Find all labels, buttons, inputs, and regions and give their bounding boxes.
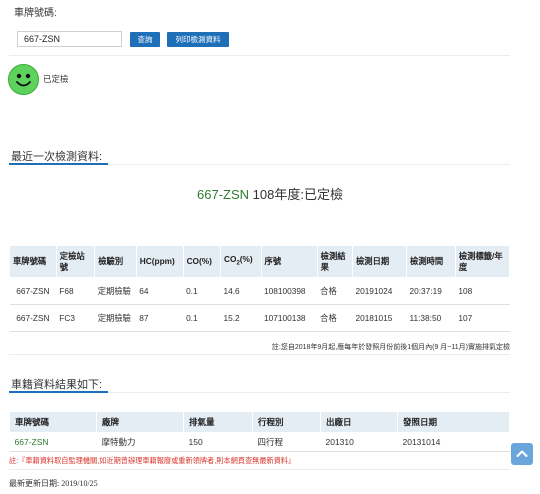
latest-section-title: 最近一次檢測資料: (11, 151, 103, 163)
chevron-up-icon (516, 450, 528, 457)
status-text: 已定檢 (43, 74, 69, 84)
table-row: 667-ZSN F68 定期檢驗 64 0.1 14.6 108100398 合… (9, 277, 510, 305)
col-header-plate: 車牌號碼 (9, 411, 97, 433)
plate-number-label: 車牌號碼: (14, 8, 57, 19)
table-row: 667-ZSN 摩特動力 150 四行程 201310 20131014 (9, 432, 510, 452)
col-header-plate: 車牌號碼 (9, 245, 57, 278)
cell-result: 合格 (317, 277, 353, 305)
registry-note: 註:『車籍資料取自監理機關,如近期曾辦理車籍報廢或重新領牌者,則本網頁查無最新資… (9, 456, 296, 465)
cell-time: 20:37:19 (406, 277, 456, 305)
divider (9, 469, 510, 470)
registry-section-title: 車籍資料結果如下: (11, 379, 103, 391)
cell-serial: 108100398 (261, 277, 318, 305)
cell-co2: 14.6 (220, 277, 262, 305)
cell-station: FC3 (56, 304, 95, 332)
col-header-manufacture-date: 出廠日 (320, 411, 398, 433)
last-updated: 最新更新日期: 2019/10/25 (9, 479, 98, 488)
cell-plate: 667-ZSN (9, 432, 97, 452)
cell-stroke: 四行程 (252, 432, 321, 452)
query-button[interactable]: 查詢 (130, 32, 160, 47)
cell-hc: 87 (136, 304, 184, 332)
cell-date: 20181015 (352, 304, 407, 332)
cell-type: 定期檢驗 (94, 277, 137, 305)
col-header-result: 檢測結果 (316, 245, 353, 278)
divider (9, 354, 510, 355)
cell-label-year: 108 (455, 277, 510, 305)
col-header-type: 檢驗別 (94, 245, 137, 278)
inspection-table: 車牌號碼 定檢站號 檢驗別 HC(ppm) CO(%) CO2(%) 序號 檢測… (9, 245, 511, 332)
cell-plate: 667-ZSN (9, 277, 57, 305)
col-header-time: 檢測時間 (406, 245, 456, 278)
col-header-co2: CO2(%) (219, 245, 262, 278)
cell-plate: 667-ZSN (9, 304, 57, 332)
smiley-icon (8, 64, 39, 95)
co2-unit: (%) (239, 253, 253, 264)
headline-status: 108年度:已定檢 (249, 187, 343, 202)
col-header-brand: 廠牌 (96, 411, 184, 433)
inspection-headline: 667-ZSN 108年度:已定檢 (0, 184, 540, 203)
divider (9, 55, 510, 56)
cell-brand: 摩特動力 (96, 432, 184, 452)
cell-co: 0.1 (183, 277, 221, 305)
registry-table: 車牌號碼 廠牌 排氣量 行程別 出廠日 發照日期 667-ZSN 摩特動力 15… (9, 411, 510, 452)
headline-plate: 667-ZSN (197, 187, 250, 202)
plate-number-input[interactable] (17, 31, 122, 47)
cell-displacement: 150 (183, 432, 253, 452)
co2-text: CO (223, 253, 237, 264)
latest-section-underline (9, 163, 108, 165)
inspection-note: 註:您自2018年9月起,應每年於發照月份前後1個月內(9 月~11月)實施排氣… (271, 344, 510, 351)
col-header-displacement: 排氣量 (183, 411, 253, 433)
cell-date: 20191024 (352, 277, 407, 305)
cell-station: F68 (56, 277, 95, 305)
cell-time: 11:38:50 (406, 304, 456, 332)
col-header-station: 定檢站號 (55, 245, 96, 278)
col-header-date: 檢測日期 (351, 245, 408, 278)
cell-result: 合格 (317, 304, 353, 332)
table-row: 667-ZSN FC3 定期檢驗 87 0.1 15.2 107100138 合… (9, 304, 510, 332)
cell-type: 定期檢驗 (94, 304, 137, 332)
print-inspection-button[interactable]: 列印檢測資料 (167, 32, 229, 47)
cell-issue-date: 20131014 (397, 432, 510, 452)
col-header-serial: 序號 (260, 245, 318, 278)
col-header-hc: HC(ppm) (135, 245, 184, 278)
col-header-issue-date: 發照日期 (397, 411, 510, 433)
divider (108, 392, 510, 393)
cell-co: 0.1 (183, 304, 221, 332)
divider (108, 164, 510, 165)
cell-co2: 15.2 (220, 304, 262, 332)
scroll-to-top-button[interactable] (511, 443, 533, 465)
col-header-co: CO(%) (182, 245, 221, 278)
cell-manufacture-date: 201310 (320, 432, 398, 452)
col-header-stroke: 行程別 (252, 411, 321, 433)
cell-serial: 107100138 (261, 304, 318, 332)
cell-label-year: 107 (455, 304, 510, 332)
col-header-label-year: 檢測標籤/年度 (454, 245, 511, 278)
cell-hc: 64 (136, 277, 184, 305)
registry-section-underline (9, 391, 108, 393)
